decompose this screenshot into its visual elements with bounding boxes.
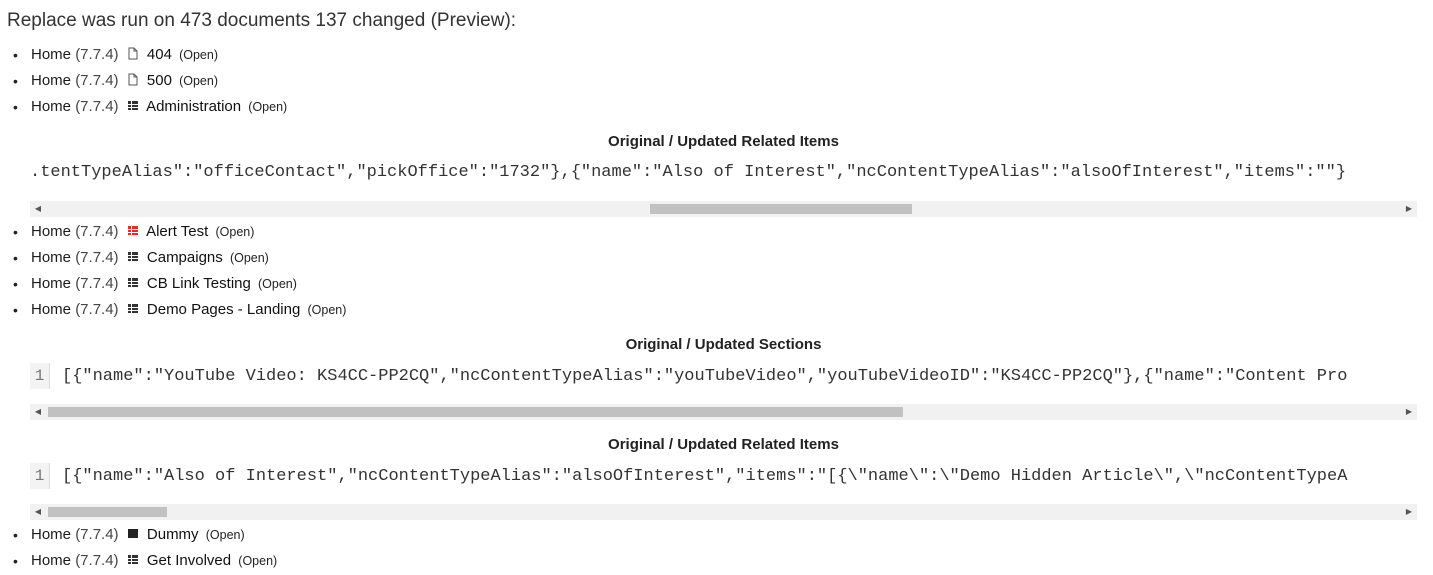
scroll-right-arrow-icon[interactable]: ▶ <box>1401 404 1417 420</box>
version-label: (7.7.4) <box>75 223 119 240</box>
document-name[interactable]: Get Involved <box>147 552 231 569</box>
root-label: Home <box>31 526 72 543</box>
root-label: Home <box>31 72 72 89</box>
scroll-left-arrow-icon[interactable]: ◀ <box>30 201 46 217</box>
list-item: Home (7.7.4) Get Involved (Open) <box>13 548 277 574</box>
root-label: Home <box>31 552 72 569</box>
scrollbar-thumb[interactable] <box>48 507 167 517</box>
diff-title: Original / Updated Related Items <box>608 436 839 453</box>
code-line: 1 [{"name":"Also of Interest","ncContentT… <box>30 463 1417 489</box>
scroll-left-arrow-icon[interactable]: ◀ <box>30 504 46 520</box>
code-line: .tentTypeAlias":"officeContact","pickOff… <box>30 160 1417 186</box>
open-link[interactable]: (Open) <box>179 74 218 88</box>
version-label: (7.7.4) <box>75 552 119 569</box>
document-name[interactable]: Administration <box>146 98 241 115</box>
root-label: Home <box>31 249 72 266</box>
open-link[interactable]: (Open) <box>215 225 254 239</box>
list-item: Home (7.7.4) 500 (Open) <box>13 68 287 94</box>
code-text: [{"name":"YouTube Video: KS4CC-PP2CQ","n… <box>62 367 1348 386</box>
grid-icon-red <box>127 220 139 235</box>
root-label: Home <box>31 46 72 63</box>
code-line: 1 [{"name":"YouTube Video: KS4CC-PP2CQ","… <box>30 363 1417 389</box>
square-icon <box>127 523 139 538</box>
document-name[interactable]: Campaigns <box>147 249 223 266</box>
version-label: (7.7.4) <box>75 72 119 89</box>
open-link[interactable]: (Open) <box>258 277 297 291</box>
grid-icon <box>127 549 139 564</box>
version-label: (7.7.4) <box>75 275 119 292</box>
code-text: .tentTypeAlias":"officeContact","pickOff… <box>30 163 1347 182</box>
document-name[interactable]: 404 <box>147 46 172 63</box>
scroll-right-arrow-icon[interactable]: ▶ <box>1401 201 1417 217</box>
list-item: Home (7.7.4) Demo Pages - Landing (Open) <box>13 297 346 323</box>
open-link[interactable]: (Open) <box>206 528 245 542</box>
open-link[interactable]: (Open) <box>238 554 277 568</box>
horizontal-scrollbar[interactable]: ◀ ▶ <box>30 404 1417 420</box>
line-number: 1 <box>30 463 50 489</box>
list-item: Home (7.7.4) Administration (Open) <box>13 94 287 120</box>
page-icon <box>127 69 139 86</box>
version-label: (7.7.4) <box>75 301 119 318</box>
diff-title: Original / Updated Sections <box>625 336 822 353</box>
open-link[interactable]: (Open) <box>248 100 287 114</box>
grid-icon <box>127 246 139 261</box>
scroll-left-arrow-icon[interactable]: ◀ <box>30 404 46 420</box>
open-link[interactable]: (Open) <box>308 303 347 317</box>
version-label: (7.7.4) <box>75 46 119 63</box>
root-label: Home <box>31 98 72 115</box>
code-text: [{"name":"Also of Interest","ncContentTy… <box>62 467 1348 486</box>
open-link[interactable]: (Open) <box>179 48 218 62</box>
horizontal-scrollbar[interactable]: ◀ ▶ <box>30 504 1417 520</box>
list-item: Home (7.7.4) 404 (Open) <box>13 42 287 68</box>
version-label: (7.7.4) <box>75 249 119 266</box>
line-number: 1 <box>30 363 50 389</box>
summary-text: Replace was run on 473 documents 137 cha… <box>7 10 517 31</box>
list-item: Home (7.7.4) CB Link Testing (Open) <box>13 271 346 297</box>
document-name[interactable]: CB Link Testing <box>147 275 251 292</box>
document-list: Home (7.7.4) Alert Test (Open) Home (7.7… <box>13 219 346 323</box>
diff-title: Original / Updated Related Items <box>608 133 839 150</box>
scrollbar-thumb[interactable] <box>48 407 903 417</box>
document-list: Home (7.7.4) 404 (Open) Home (7.7.4) 500… <box>13 42 287 120</box>
grid-icon <box>127 272 139 287</box>
grid-icon <box>127 95 139 110</box>
version-label: (7.7.4) <box>75 98 119 115</box>
version-label: (7.7.4) <box>75 526 119 543</box>
document-name[interactable]: Demo Pages - Landing <box>147 301 300 318</box>
root-label: Home <box>31 275 72 292</box>
list-item: Home (7.7.4) Campaigns (Open) <box>13 245 346 271</box>
list-item: Home (7.7.4) Alert Test (Open) <box>13 219 346 245</box>
document-list: Home (7.7.4) Dummy (Open) Home (7.7.4) G… <box>13 522 277 574</box>
document-name[interactable]: Alert Test <box>146 223 208 240</box>
grid-icon <box>127 298 139 313</box>
document-name[interactable]: Dummy <box>147 526 199 543</box>
root-label: Home <box>31 301 72 318</box>
page-icon <box>127 43 139 60</box>
document-name[interactable]: 500 <box>147 72 172 89</box>
list-item: Home (7.7.4) Dummy (Open) <box>13 522 277 548</box>
open-link[interactable]: (Open) <box>230 251 269 265</box>
horizontal-scrollbar[interactable]: ◀ ▶ <box>30 201 1417 217</box>
scroll-right-arrow-icon[interactable]: ▶ <box>1401 504 1417 520</box>
root-label: Home <box>31 223 72 240</box>
scrollbar-thumb[interactable] <box>650 204 912 214</box>
